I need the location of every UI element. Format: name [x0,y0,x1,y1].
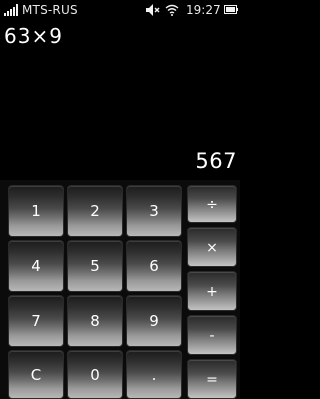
result-display: 567 [195,149,237,173]
clock: 19:27 [186,3,221,17]
mute-icon [146,4,160,16]
status-bar: MTS-RUS 19:27 [0,0,240,20]
divide-button[interactable]: ÷ [187,185,237,223]
digit-9-button[interactable]: 9 [126,295,182,347]
digit-1-button[interactable]: 1 [8,185,64,237]
battery-icon [224,5,238,14]
digit-3-button[interactable]: 3 [126,185,182,237]
decimal-point-button[interactable]: . [126,350,182,399]
expression-display: 63×9 [4,24,63,48]
minus-button[interactable]: - [187,315,237,355]
plus-button[interactable]: + [187,271,237,311]
keypad: 1 2 3 4 5 6 7 8 9 C 0 . ÷ × + - = [0,180,240,399]
wifi-icon [165,4,179,16]
multiply-button[interactable]: × [187,227,237,267]
signal-icon [4,4,19,16]
equals-button[interactable]: = [187,359,237,399]
digit-6-button[interactable]: 6 [126,240,182,292]
carrier-name: MTS-RUS [22,3,78,17]
clear-button[interactable]: C [8,350,64,399]
digit-7-button[interactable]: 7 [8,295,64,347]
digit-2-button[interactable]: 2 [67,185,123,237]
digit-4-button[interactable]: 4 [8,240,64,292]
digit-8-button[interactable]: 8 [67,295,123,347]
digit-0-button[interactable]: 0 [67,350,123,399]
digit-5-button[interactable]: 5 [67,240,123,292]
